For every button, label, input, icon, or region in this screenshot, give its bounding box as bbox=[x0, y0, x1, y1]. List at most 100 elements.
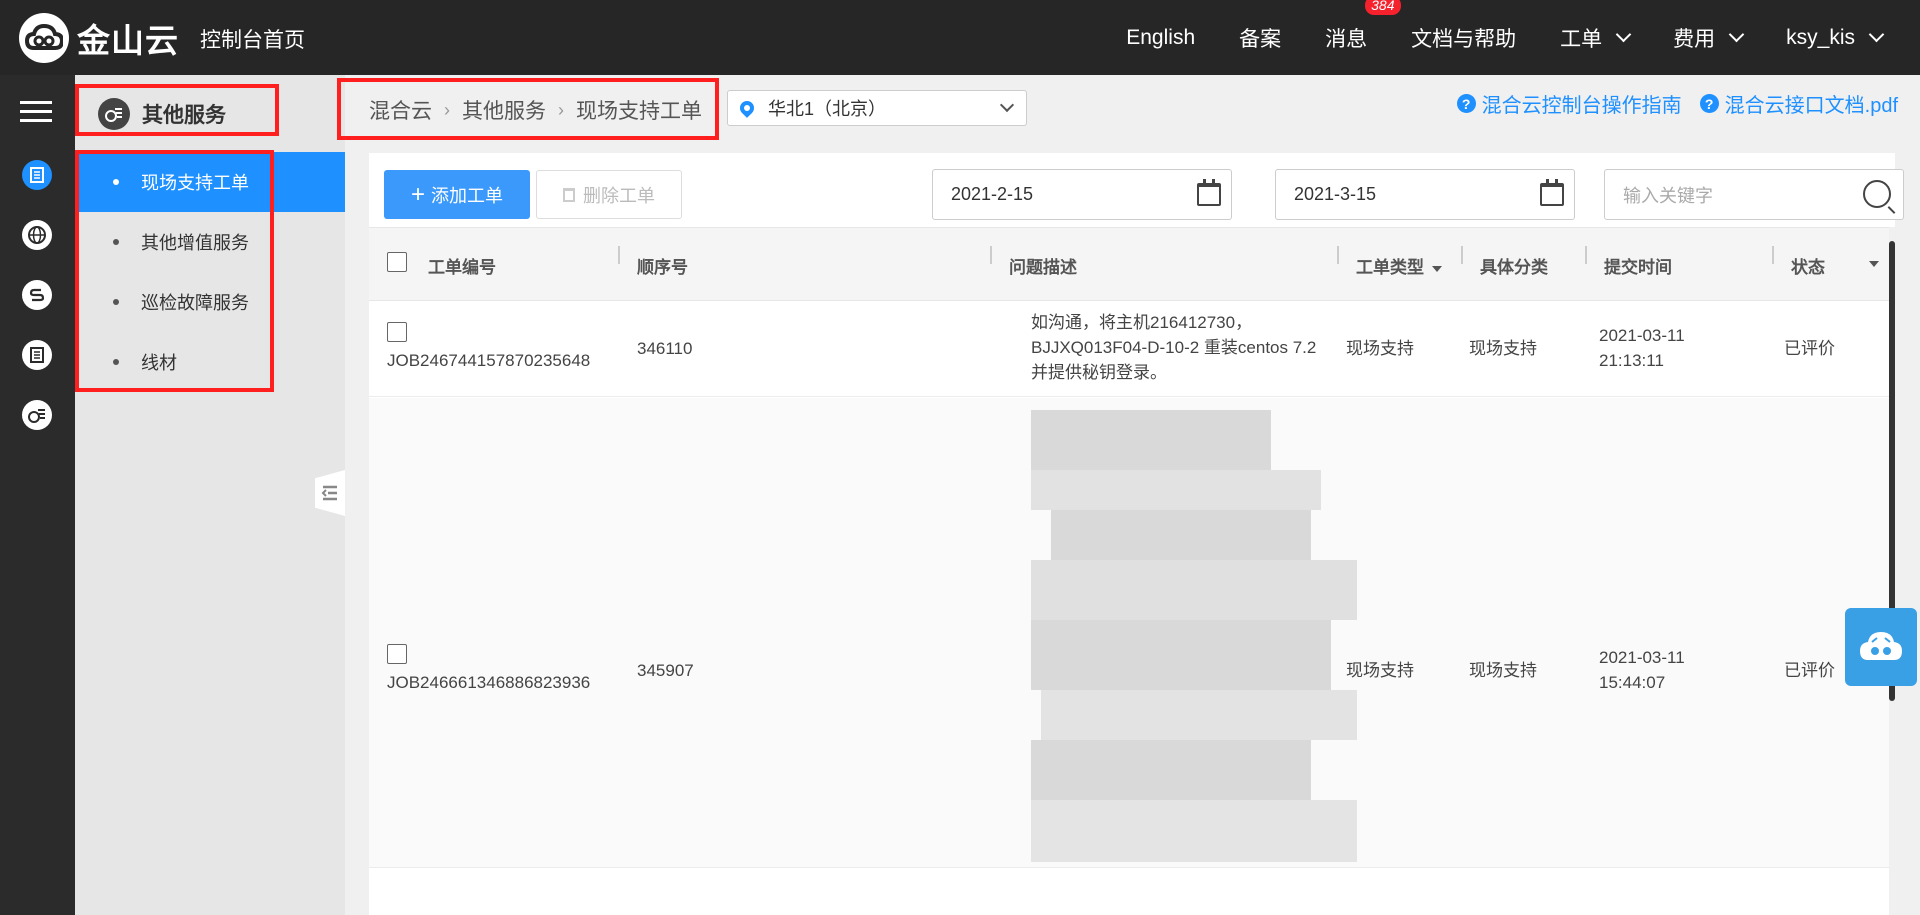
chat-cloud-icon bbox=[1860, 632, 1902, 660]
column-divider[interactable] bbox=[1772, 246, 1774, 264]
plus-icon: + bbox=[410, 180, 425, 208]
region-label: 华北1（北京） bbox=[768, 99, 887, 119]
col-submit-time[interactable]: 提交时间 bbox=[1604, 253, 1672, 278]
sidebar-title: 其他服务 bbox=[98, 98, 226, 130]
region-select[interactable]: 华北1（北京） bbox=[727, 90, 1027, 126]
english-link[interactable]: English bbox=[1126, 26, 1195, 50]
console-guide-link[interactable]: ? 混合云控制台操作指南 bbox=[1456, 89, 1682, 118]
col-ticket-id[interactable]: 工单编号 bbox=[428, 253, 496, 278]
chevron-down-icon bbox=[1728, 26, 1745, 43]
logo[interactable]: 金山云 bbox=[19, 13, 179, 63]
document-icon[interactable] bbox=[22, 340, 52, 370]
ticket-panel: + 添加工单 删除工单 2021-2-15 到 2021-3-15 输入关键字 … bbox=[369, 153, 1904, 915]
logo-text: 金山云 bbox=[77, 22, 179, 59]
other-services-icon bbox=[98, 98, 130, 130]
sidebar-item-label: 巡检故障服务 bbox=[141, 293, 249, 313]
table-row[interactable]: JOB246661346886823936 345907 现场支持 现场支持 2… bbox=[369, 398, 1895, 868]
sidebar-item-cables[interactable]: 线材 bbox=[75, 332, 345, 392]
sidebar-item-label: 线材 bbox=[141, 353, 177, 373]
other-services-icon[interactable] bbox=[22, 400, 52, 430]
search-icon[interactable] bbox=[1863, 180, 1891, 208]
chevron-right-icon: › bbox=[444, 99, 450, 120]
seq-number: 346110 bbox=[637, 339, 693, 358]
col-seq[interactable]: 顺序号 bbox=[637, 253, 688, 278]
breadcrumb-hybrid-cloud[interactable]: 混合云 bbox=[369, 95, 432, 125]
submit-time-value: 21:13:11 bbox=[1599, 351, 1664, 370]
guide-links: ? 混合云控制台操作指南 ? 混合云接口文档.pdf bbox=[1439, 89, 1898, 118]
column-divider[interactable] bbox=[990, 246, 992, 264]
api-doc-label: 混合云接口文档.pdf bbox=[1724, 95, 1898, 117]
date-from-input[interactable]: 2021-2-15 bbox=[932, 169, 1232, 220]
column-divider[interactable] bbox=[1585, 246, 1587, 264]
col-type[interactable]: 工单类型 bbox=[1356, 253, 1442, 278]
top-nav: English 备案 消息 384 文档与帮助 工单 费用 ksy_kis bbox=[1126, 0, 1920, 75]
tickets-label: 工单 bbox=[1560, 27, 1603, 51]
sidebar-item-label: 其他增值服务 bbox=[141, 233, 249, 253]
icon-rail bbox=[0, 75, 75, 915]
sidebar-item-label: 现场支持工单 bbox=[141, 173, 249, 193]
search-input[interactable]: 输入关键字 bbox=[1604, 169, 1904, 220]
docs-help-link[interactable]: 文档与帮助 bbox=[1411, 23, 1516, 53]
main-content: 混合云 › 其他服务 › 现场支持工单 华北1（北京） ? 混合云控制台操作指南… bbox=[345, 75, 1920, 915]
question-icon: ? bbox=[1699, 94, 1719, 113]
bullet-icon bbox=[113, 239, 119, 245]
caret-down-icon bbox=[1432, 265, 1442, 272]
collapse-sidebar-tab[interactable] bbox=[315, 470, 345, 516]
filing-link[interactable]: 备案 bbox=[1239, 23, 1281, 53]
sidebar-item-onsite-support[interactable]: 现场支持工单 bbox=[75, 152, 345, 212]
ticket-category: 现场支持 bbox=[1469, 339, 1537, 358]
submit-time-value: 15:44:07 bbox=[1599, 673, 1666, 692]
description-line: 并提供秘钥登录。 bbox=[1031, 363, 1167, 382]
tickets-menu[interactable]: 工单 bbox=[1560, 23, 1632, 53]
column-divider[interactable] bbox=[618, 246, 620, 264]
submit-date-value: 2021-03-11 bbox=[1599, 648, 1685, 667]
chevron-down-icon bbox=[1868, 26, 1885, 43]
col-description[interactable]: 问题描述 bbox=[1009, 253, 1077, 278]
location-pin-icon bbox=[737, 98, 757, 118]
table-scrollbar[interactable] bbox=[1889, 227, 1895, 915]
calendar-icon[interactable] bbox=[1197, 179, 1221, 206]
ticket-id[interactable]: JOB246744157870235648 bbox=[387, 348, 590, 373]
table-header: 工单编号 顺序号 问题描述 工单类型 具体分类 提交时间 状态 bbox=[369, 227, 1895, 301]
column-divider[interactable] bbox=[1337, 246, 1339, 264]
calendar-icon[interactable] bbox=[1540, 179, 1564, 206]
console-guide-label: 混合云控制台操作指南 bbox=[1481, 95, 1682, 117]
description: 如沟通，将主机216412730， BJJXQ013F04-D-10-2 重装c… bbox=[1031, 310, 1316, 385]
ticket-status: 已评价 bbox=[1784, 339, 1835, 358]
user-menu[interactable]: ksy_kis bbox=[1786, 26, 1885, 50]
delete-ticket-button[interactable]: 删除工单 bbox=[536, 170, 682, 219]
add-ticket-label: 添加工单 bbox=[431, 185, 503, 206]
submit-time: 2021-03-11 15:44:07 bbox=[1599, 645, 1685, 695]
blurred-description bbox=[1031, 410, 1357, 862]
sidebar-item-value-added[interactable]: 其他增值服务 bbox=[75, 212, 345, 272]
billing-menu[interactable]: 费用 bbox=[1673, 23, 1745, 53]
breadcrumb-other-services[interactable]: 其他服务 bbox=[462, 95, 546, 125]
table-row[interactable]: JOB246744157870235648 346110 如沟通，将主机2164… bbox=[369, 301, 1895, 397]
server-list-icon[interactable] bbox=[22, 160, 52, 190]
question-icon: ? bbox=[1456, 94, 1476, 113]
breadcrumb: 混合云 › 其他服务 › 现场支持工单 bbox=[369, 95, 702, 125]
add-ticket-button[interactable]: + 添加工单 bbox=[384, 170, 530, 219]
col-category[interactable]: 具体分类 bbox=[1480, 253, 1548, 278]
console-home-link[interactable]: 控制台首页 bbox=[200, 24, 305, 54]
hamburger-menu-icon[interactable] bbox=[20, 101, 52, 123]
customer-service-button[interactable] bbox=[1845, 608, 1917, 686]
messages-badge: 384 bbox=[1365, 0, 1401, 15]
chevron-down-icon bbox=[999, 97, 1015, 113]
messages-link[interactable]: 消息 384 bbox=[1325, 0, 1401, 53]
col-type-label: 工单类型 bbox=[1356, 258, 1424, 277]
api-doc-link[interactable]: ? 混合云接口文档.pdf bbox=[1699, 89, 1898, 118]
ticket-id[interactable]: JOB246661346886823936 bbox=[387, 670, 590, 695]
sidebar-item-inspection[interactable]: 巡检故障服务 bbox=[75, 272, 345, 332]
globe-icon[interactable] bbox=[22, 220, 52, 250]
transfer-icon[interactable] bbox=[22, 280, 52, 310]
select-all-checkbox[interactable] bbox=[387, 252, 407, 272]
col-status[interactable]: 状态 bbox=[1791, 253, 1825, 278]
column-divider[interactable] bbox=[1461, 246, 1463, 264]
caret-down-icon[interactable] bbox=[1869, 261, 1879, 267]
row-checkbox[interactable] bbox=[387, 322, 407, 342]
submit-time: 2021-03-11 21:13:11 bbox=[1599, 323, 1685, 373]
bullet-icon bbox=[113, 299, 119, 305]
date-to-input[interactable]: 2021-3-15 bbox=[1275, 169, 1575, 220]
row-checkbox[interactable] bbox=[387, 644, 407, 664]
